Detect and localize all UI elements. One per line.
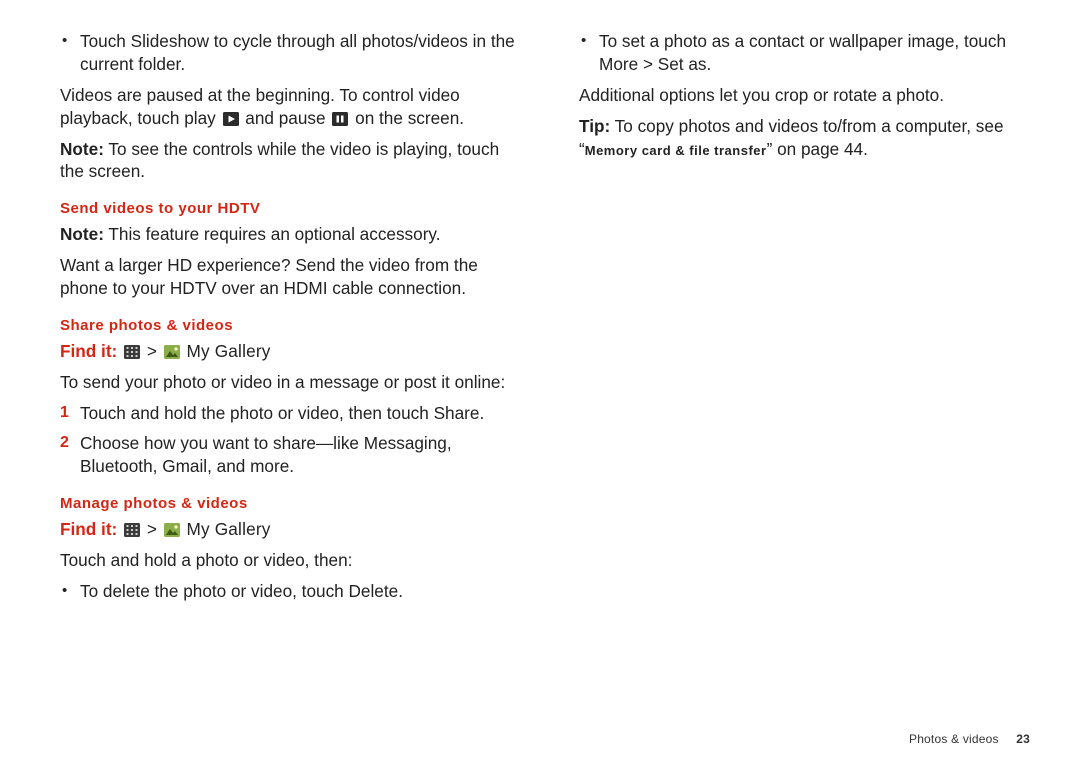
findit-share: Find it: > My Gallery [60, 340, 523, 363]
section-name: Photos & videos [909, 732, 999, 746]
tip-copy: Tip: To copy photos and videos to/from a… [579, 115, 1042, 161]
page-footer: Photos & videos 23 [909, 732, 1030, 746]
gallery-icon [164, 345, 180, 359]
bullet-dot: • [579, 30, 599, 76]
video-controls-paragraph: Videos are paused at the beginning. To c… [60, 84, 523, 130]
gallery-icon [164, 523, 180, 537]
page-number: 23 [1016, 732, 1030, 746]
bullet-set-as: • To set a photo as a contact or wallpap… [579, 30, 1042, 76]
apps-grid-icon [124, 523, 140, 537]
additional-options: Additional options let you crop or rotat… [579, 84, 1042, 107]
apps-grid-icon [124, 345, 140, 359]
heading-send-hdtv: Send videos to your HDTV [60, 199, 523, 219]
bullet-dot: • [60, 30, 80, 76]
step-1: 1 Touch and hold the photo or video, the… [60, 402, 523, 425]
note-accessory: Note: This feature requires an optional … [60, 223, 523, 246]
note-controls: Note: To see the controls while the vide… [60, 138, 523, 184]
bullet-text: To set a photo as a contact or wallpaper… [599, 30, 1042, 76]
send-paragraph: Want a larger HD experience? Send the vi… [60, 254, 523, 300]
bullet-slideshow: • Touch Slideshow to cycle through all p… [60, 30, 523, 76]
heading-manage: Manage photos & videos [60, 494, 523, 514]
share-intro: To send your photo or video in a message… [60, 371, 523, 394]
manage-intro: Touch and hold a photo or video, then: [60, 549, 523, 572]
bullet-delete: • To delete the photo or video, touch De… [60, 580, 523, 603]
heading-share: Share photos & videos [60, 316, 523, 336]
manual-page: • Touch Slideshow to cycle through all p… [0, 0, 1080, 766]
bullet-text: To delete the photo or video, touch Dele… [80, 580, 523, 603]
findit-label: Find it: [60, 341, 117, 361]
findit-label: Find it: [60, 519, 117, 539]
bullet-text: Touch Slideshow to cycle through all pho… [80, 30, 523, 76]
step-2: 2 Choose how you want to share—like Mess… [60, 432, 523, 478]
play-icon [223, 112, 239, 126]
step-text: Touch and hold the photo or video, then … [80, 402, 523, 425]
bullet-dot: • [60, 580, 80, 603]
step-number: 1 [60, 402, 80, 425]
pause-icon [332, 112, 348, 126]
findit-manage: Find it: > My Gallery [60, 518, 523, 541]
step-text: Choose how you want to share—like Messag… [80, 432, 523, 478]
step-number: 2 [60, 432, 80, 478]
cross-ref: Memory card & file transfer [585, 143, 767, 158]
